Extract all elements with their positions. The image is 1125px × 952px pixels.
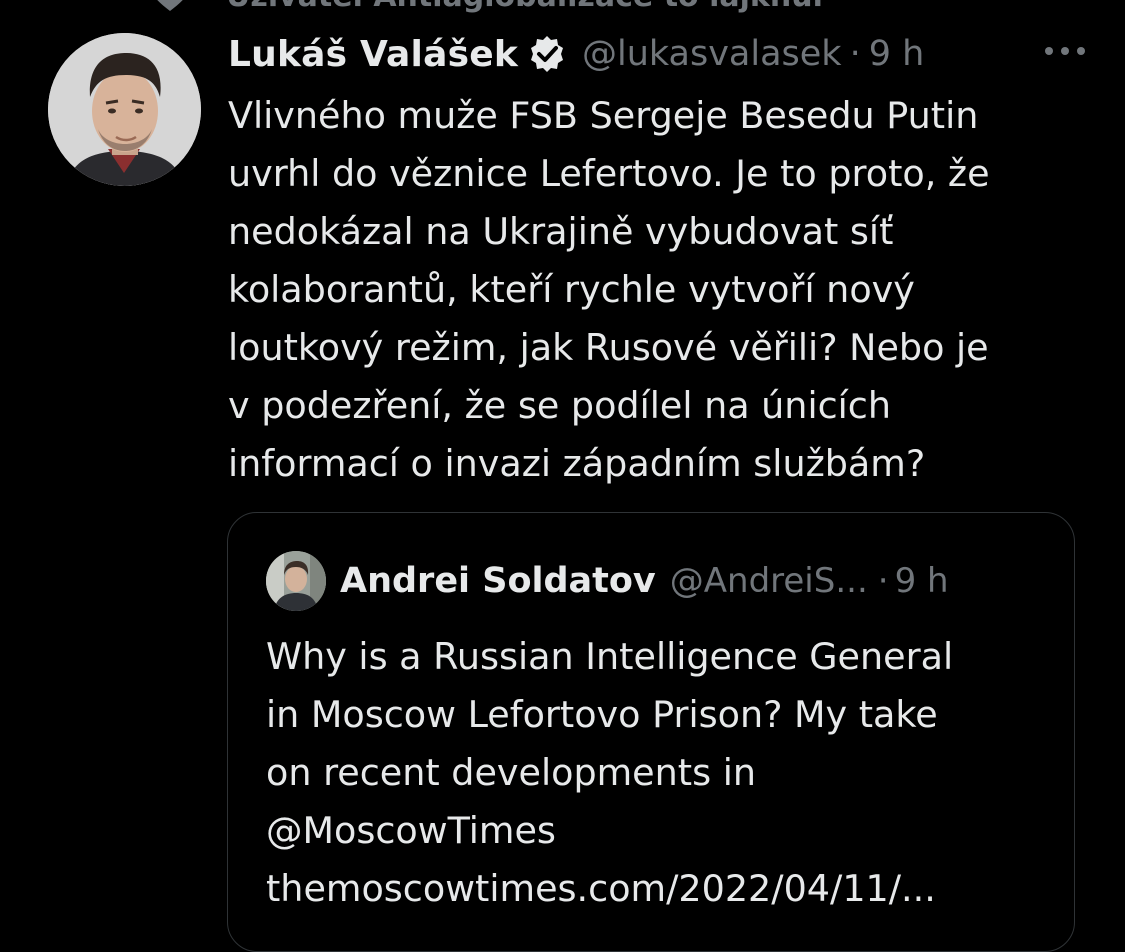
quoted-tweet-time: 9 h bbox=[894, 561, 949, 601]
tweet-text-line: uvrhl do věznice Lefertovo. Je to proto,… bbox=[228, 152, 990, 195]
tweet-text-line: loutkový režim, jak Rusové věřili? Nebo … bbox=[228, 326, 989, 369]
avatar[interactable] bbox=[48, 33, 201, 186]
quote-avatar bbox=[266, 551, 326, 611]
tweet-text-line: kolaborantů, kteří rychle vytvoří nový bbox=[228, 268, 915, 311]
social-context-text: Uživatel Antiaglobalizace to lajknul bbox=[226, 0, 823, 14]
heart-icon bbox=[150, 0, 190, 11]
tweet-text: Vlivného muže FSB Sergeje Besedu Putin u… bbox=[228, 87, 1088, 493]
quoted-text-line: on recent developments in bbox=[266, 751, 756, 794]
social-context[interactable]: Uživatel Antiaglobalizace to lajknul bbox=[150, 0, 823, 14]
separator-dot: · bbox=[849, 34, 861, 74]
tweet-text-line: Vlivného muže FSB Sergeje Besedu Putin bbox=[228, 94, 979, 137]
quoted-text-line: in Moscow Lefortovo Prison? My take bbox=[266, 693, 938, 736]
tweet-text-line: informací o invazi západním službám? bbox=[228, 442, 926, 485]
tweet-header: Lukáš Valášek @lukasvalasek · 9 h bbox=[228, 26, 1088, 82]
separator-dot: · bbox=[877, 561, 889, 601]
tweet-text-line: nedokázal na Ukrajině vybudovat síť bbox=[228, 210, 894, 253]
tweet-time[interactable]: 9 h bbox=[869, 34, 925, 74]
quoted-author-handle: @AndreiS... bbox=[669, 561, 868, 601]
quoted-text-line: Why is a Russian Intelligence General bbox=[266, 635, 954, 678]
quoted-tweet-card[interactable]: Andrei Soldatov @AndreiS... · 9 h Why is… bbox=[227, 512, 1075, 952]
quoted-text-line: themoscowtimes.com/2022/04/11/... bbox=[266, 867, 936, 910]
author-handle[interactable]: @lukasvalasek bbox=[582, 34, 842, 74]
quoted-text-line: @MoscowTimes bbox=[266, 809, 556, 852]
quoted-tweet-text: Why is a Russian Intelligence General in… bbox=[266, 628, 1056, 918]
verified-badge-icon bbox=[528, 35, 566, 73]
quoted-author-name: Andrei Soldatov bbox=[340, 561, 656, 601]
tweet-text-line: v podezření, že se podílel na únicích bbox=[228, 384, 891, 427]
author-name[interactable]: Lukáš Valášek bbox=[228, 34, 518, 75]
quoted-tweet-header: Andrei Soldatov @AndreiS... · 9 h bbox=[266, 551, 949, 611]
more-options-icon[interactable] bbox=[1042, 36, 1088, 66]
